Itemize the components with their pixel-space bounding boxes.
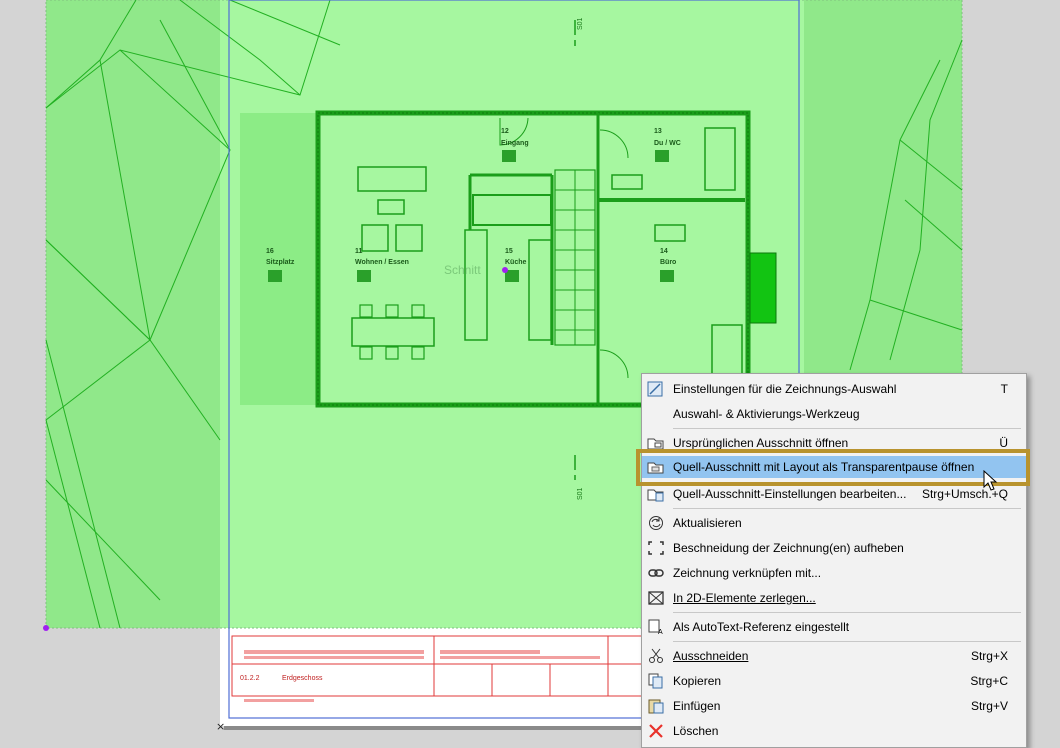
menu-item-shortcut: Strg+C <box>970 674 1008 688</box>
menu-item-open-source-view[interactable]: Ursprünglichen Ausschnitt öffnen Ü <box>642 432 1026 454</box>
menu-item-label: Kopieren <box>673 674 722 688</box>
menu-item-label: Ausschneiden <box>673 649 749 663</box>
menu-item-label: Auswahl- & Aktivierungs-Werkzeug <box>673 407 860 421</box>
menu-item-autotext-reference[interactable]: A Als AutoText-Referenz eingestellt <box>642 616 1026 638</box>
menu-item-drawing-settings[interactable]: Einstellungen für die Zeichnungs-Auswahl… <box>642 378 1026 400</box>
open-trace-icon <box>647 462 664 474</box>
menu-item-delete[interactable]: Löschen <box>642 720 1026 742</box>
room-name: Eingang <box>501 140 529 147</box>
menu-item-open-trace-reference[interactable]: Quell-Ausschnitt mit Layout als Transpar… <box>642 456 1026 478</box>
room-name: Sitzplatz <box>266 259 295 266</box>
menu-item-label: Einfügen <box>673 699 721 713</box>
room-number: 12 <box>501 128 509 135</box>
view-settings-icon <box>647 489 664 502</box>
refresh-icon <box>649 516 663 530</box>
menu-item-shortcut: Strg+V <box>970 699 1008 713</box>
open-source-view-icon <box>647 438 664 450</box>
room-number: 14 <box>660 248 668 255</box>
menu-item-shortcut: T <box>1000 382 1008 396</box>
menu-item-label: Einstellungen für die Zeichnungs-Auswahl <box>673 382 897 396</box>
menu-item-remove-crop[interactable]: Beschneidung der Zeichnung(en) aufheben <box>642 537 1026 559</box>
room-number: 13 <box>654 128 662 135</box>
menu-item-explode-2d[interactable]: In 2D-Elemente zerlegen... <box>642 587 1026 609</box>
room-name: Büro <box>660 259 676 266</box>
room-number: 15 <box>505 248 513 255</box>
menu-separator <box>673 612 1021 613</box>
room-number: 16 <box>266 248 274 255</box>
menu-item-label: Quell-Ausschnitt mit Layout als Transpar… <box>673 460 975 474</box>
section-marker-label: S01 <box>577 17 584 30</box>
menu-separator <box>673 428 1021 429</box>
section-marker-label: S01 <box>577 487 584 500</box>
menu-item-label: Löschen <box>673 724 719 738</box>
room-number: 11 <box>355 248 363 255</box>
menu-item-shortcut: Ü <box>999 436 1008 450</box>
drawing-watermark: Schnitt <box>444 263 481 277</box>
sheet-corner-marker: × <box>216 720 225 733</box>
link-icon <box>648 569 664 577</box>
menu-item-link-drawing[interactable]: Zeichnung verknüpfen mit... <box>642 562 1026 584</box>
svg-text:A: A <box>658 629 663 635</box>
selection-hotspot[interactable] <box>502 267 508 273</box>
menu-item-refresh[interactable]: Aktualisieren <box>642 512 1026 534</box>
menu-item-label: Beschneidung der Zeichnung(en) aufheben <box>673 541 904 555</box>
autotext-icon: A <box>648 619 663 635</box>
terrace-element <box>749 252 777 324</box>
menu-item-label: Als AutoText-Referenz eingestellt <box>673 620 850 634</box>
menu-item-label: Aktualisieren <box>673 516 742 530</box>
copy-icon <box>648 673 663 689</box>
delete-icon <box>649 724 663 738</box>
menu-item-label: In 2D-Elemente zerlegen... <box>673 591 816 605</box>
paste-icon <box>648 699 664 714</box>
mouse-cursor-icon <box>983 470 998 491</box>
menu-item-cut[interactable]: Ausschneiden Strg+X <box>642 645 1026 667</box>
selection-hotspot[interactable] <box>43 625 49 631</box>
menu-item-label: Ursprünglichen Ausschnitt öffnen <box>673 436 849 450</box>
room-name: Küche <box>505 259 527 266</box>
room-name: Wohnen / Essen <box>355 259 409 266</box>
title-block-drawing-id: 01.2.2 <box>240 675 260 682</box>
crop-icon <box>648 541 664 555</box>
drawing-settings-icon <box>647 381 663 397</box>
menu-item-label: Quell-Ausschnitt-Einstellungen bearbeite… <box>673 487 907 501</box>
menu-separator <box>673 508 1021 509</box>
menu-separator <box>673 641 1021 642</box>
scissors-icon <box>649 648 663 663</box>
menu-item-shortcut: Strg+X <box>970 649 1008 663</box>
menu-item-copy[interactable]: Kopieren Strg+C <box>642 670 1026 692</box>
room-name: Du / WC <box>654 140 681 147</box>
menu-item-selection-tool[interactable]: Auswahl- & Aktivierungs-Werkzeug <box>642 403 1026 425</box>
menu-item-label: Zeichnung verknüpfen mit... <box>673 566 822 580</box>
menu-item-paste[interactable]: Einfügen Strg+V <box>642 695 1026 717</box>
title-block-drawing-name: Erdgeschoss <box>282 675 323 682</box>
menu-item-view-settings[interactable]: Quell-Ausschnitt-Einstellungen bearbeite… <box>642 483 1026 505</box>
explode-icon <box>648 591 664 605</box>
context-menu: Einstellungen für die Zeichnungs-Auswahl… <box>641 373 1027 748</box>
